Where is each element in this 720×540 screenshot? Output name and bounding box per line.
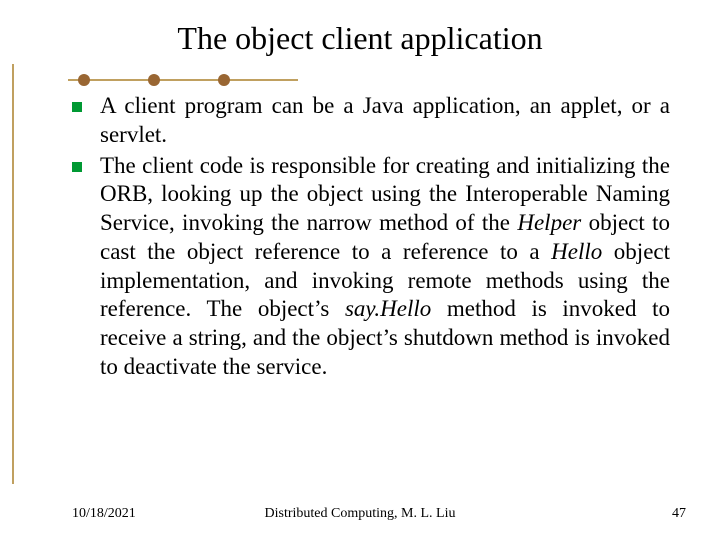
footer-page-number: 47 — [672, 506, 686, 522]
italic-text: say.Hello — [345, 296, 431, 321]
vertical-accent-bar — [12, 64, 14, 484]
decoration-line — [68, 79, 298, 81]
square-bullet-icon — [72, 162, 82, 172]
decoration-dot — [78, 74, 90, 86]
bullet-list: A client program can be a Java applicati… — [72, 92, 670, 382]
decoration-dot — [218, 74, 230, 86]
decoration-dot — [148, 74, 160, 86]
italic-text: Helper — [517, 210, 581, 235]
list-item: The client code is responsible for creat… — [72, 152, 670, 382]
body-text: A client program can be a Java applicati… — [100, 93, 670, 147]
footer-center: Distributed Computing, M. L. Liu — [0, 506, 720, 522]
slide: The object client application A client p… — [0, 0, 720, 540]
slide-body: A client program can be a Java applicati… — [72, 92, 670, 384]
title-underline-decoration — [68, 70, 308, 90]
slide-title: The object client application — [0, 20, 720, 57]
list-item: A client program can be a Java applicati… — [72, 92, 670, 150]
italic-text: Hello — [551, 239, 602, 264]
square-bullet-icon — [72, 102, 82, 112]
